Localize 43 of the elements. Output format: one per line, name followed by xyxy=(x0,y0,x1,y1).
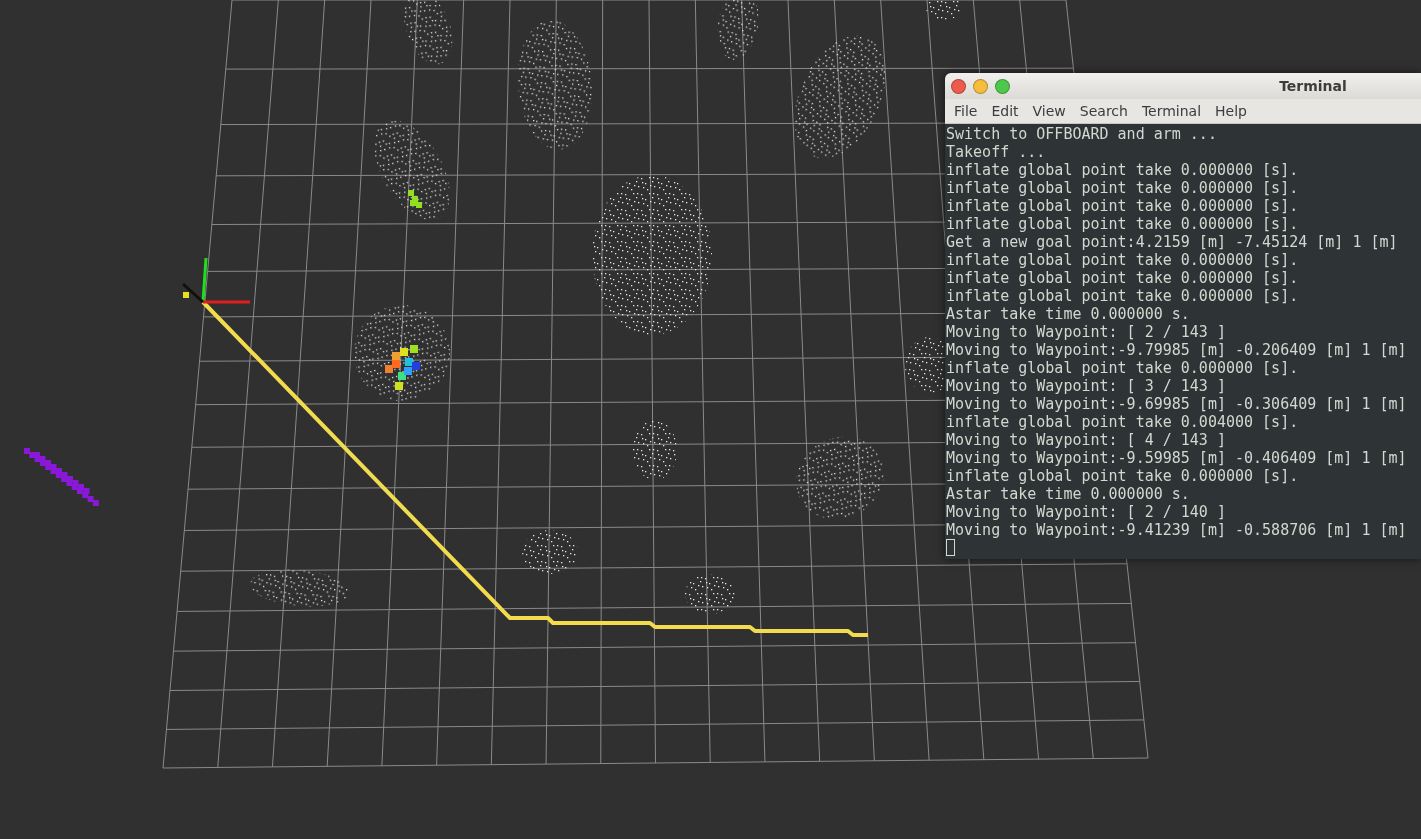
voxel-cluster xyxy=(385,345,420,390)
window-title: Terminal xyxy=(1278,78,1347,94)
terminal-line: Moving to Waypoint: [ 4 / 143 ] xyxy=(946,431,1227,449)
terminal-line: inflate global point take 0.000000 [s]. xyxy=(946,359,1300,377)
text-cursor xyxy=(946,539,955,556)
point-cloud xyxy=(403,0,453,65)
terminal-line: Moving to Waypoint:-9.79985 [m] -0.206409 [m] 1 [m] xyxy=(946,341,1408,359)
terminal-line: inflate global point take 0.000000 [s]. xyxy=(946,161,1300,179)
terminal-line: Moving to Waypoint: [ 3 / 143 ] xyxy=(946,377,1227,395)
terminal-line: inflate global point take 0.000000 [s]. xyxy=(946,251,1300,269)
menu-item[interactable]: Help xyxy=(1208,103,1254,119)
point-cloud xyxy=(717,0,759,60)
point-cloud xyxy=(633,420,677,480)
terminal-line: Get a new goal point:4.2159 [m] -7.45124 [m] 1 [m] xyxy=(946,233,1399,251)
terminal-line: Moving to Waypoint: [ 2 / 140 ] xyxy=(946,503,1227,521)
point-cloud xyxy=(685,574,735,614)
terminal-line: Moving to Waypoint:-9.59985 [m] -0.406409 [m] 1 [m] xyxy=(946,449,1408,467)
point-cloud xyxy=(926,0,962,20)
menu-item[interactable]: View xyxy=(1025,103,1073,119)
terminal-line: inflate global point take 0.004000 [s]. xyxy=(946,413,1300,431)
terminal-line: inflate global point take 0.000000 [s]. xyxy=(946,197,1300,215)
terminal-line: Moving to Waypoint:-9.41239 [m] -0.588706 [m] 1 [m] xyxy=(946,521,1408,539)
menu-item[interactable]: Terminal xyxy=(1134,103,1209,119)
terminal-line: inflate global point take 0.000000 [s]. xyxy=(946,287,1300,305)
terminal-line: Takeoff ... xyxy=(946,143,1047,161)
terminal-line: Astar take time 0.000000 s. xyxy=(946,485,1191,503)
terminal-line: Moving to Waypoint:-9.69985 [m] -0.306409 [m] 1 [m] xyxy=(946,395,1408,413)
voxel-cluster xyxy=(408,190,422,208)
terminal-line: Astar take time 0.000000 s. xyxy=(946,305,1191,323)
terminal-line: Moving to Waypoint: [ 2 / 143 ] xyxy=(946,323,1227,341)
menu-item[interactable]: File xyxy=(947,103,985,119)
close-button[interactable] xyxy=(951,78,966,94)
axes-icon xyxy=(182,257,250,304)
terminal-line: inflate global point take 0.000000 [s]. xyxy=(946,269,1300,287)
maximize-button[interactable] xyxy=(995,78,1010,94)
menu-item[interactable]: Edit xyxy=(984,103,1026,119)
menu-item[interactable]: Search xyxy=(1072,103,1135,119)
terminal-line: inflate global point take 0.000000 [s]. xyxy=(946,179,1300,197)
terminal-line: inflate global point take 0.000000 [s]. xyxy=(946,215,1300,233)
terminal-line: Switch to OFFBOARD and arm ... xyxy=(946,125,1218,143)
terminal-line: inflate global point take 0.000000 [s]. xyxy=(946,467,1300,485)
point-cloud xyxy=(522,530,578,574)
minimize-button[interactable] xyxy=(973,78,988,94)
